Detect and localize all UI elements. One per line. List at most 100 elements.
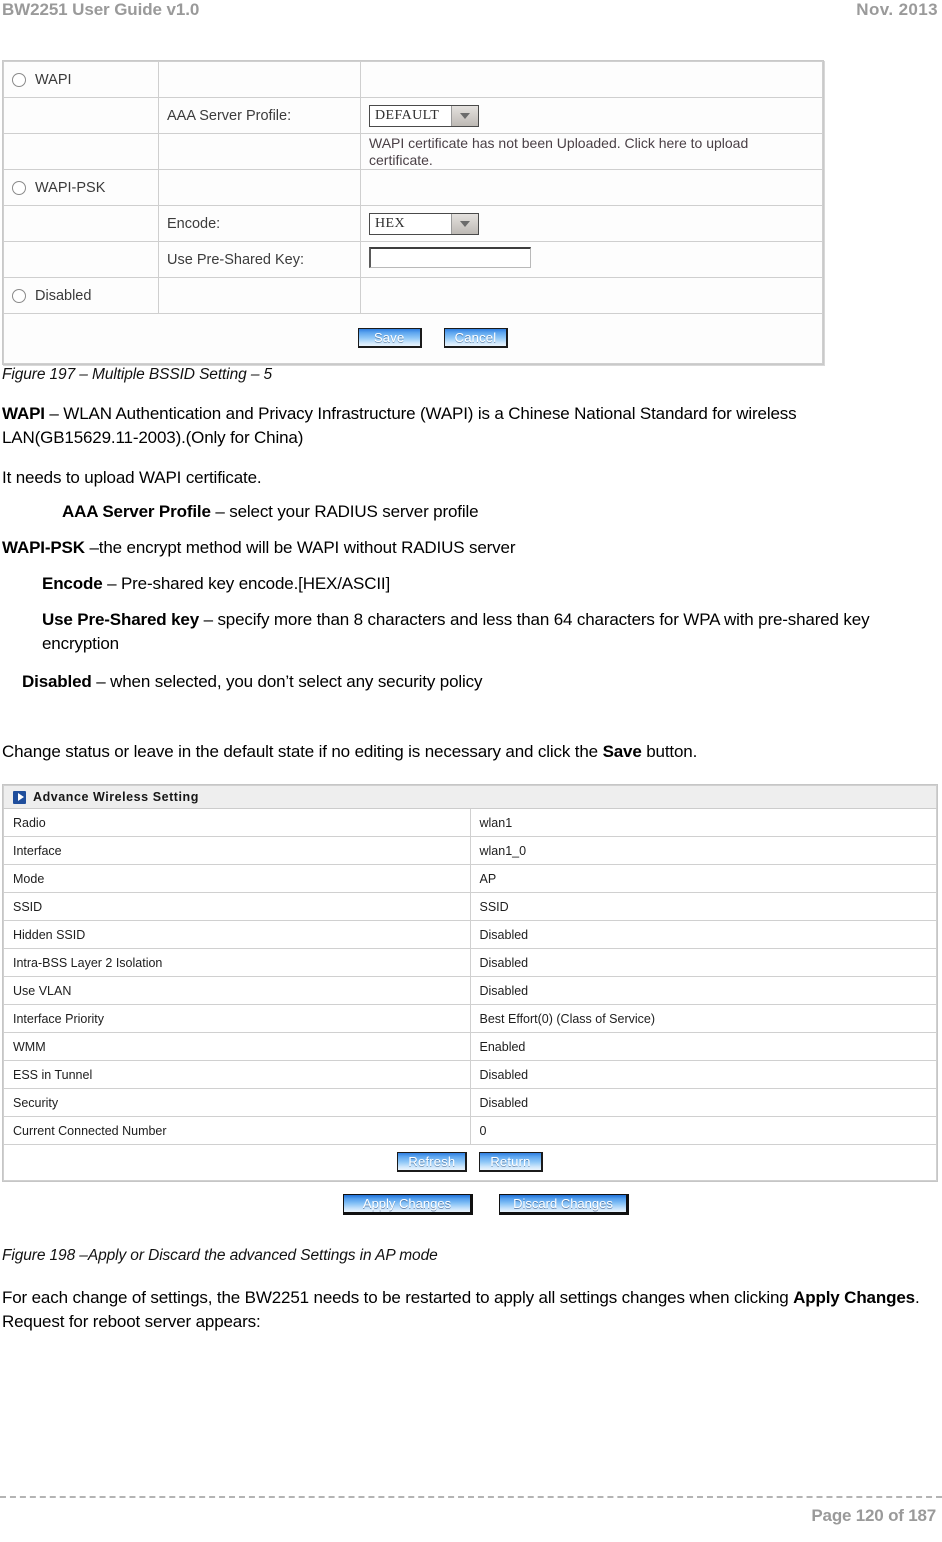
paragraph-closing: For each change of settings, the BW2251 … [2,1286,922,1334]
aaa-server-profile-select[interactable]: DEFAULT [369,104,479,127]
field-label: AAA Server Profile: [167,107,292,124]
change-status-bold: Save [602,742,642,761]
table-row: Radio wlan1 [3,808,937,837]
table-row: Intra-BSS Layer 2 Isolation Disabled [3,948,937,977]
panel-button-row: Refresh Return [3,1144,937,1181]
term-disabled: Disabled [22,672,92,691]
row-value-security: Disabled [469,1088,937,1117]
encode-control: HEX [360,205,823,242]
term-wapi-psk: WAPI-PSK [2,538,85,557]
encode-select[interactable]: HEX [369,212,479,235]
row-label-use-vlan: Use VLAN [3,976,471,1005]
empty-cell [360,61,823,98]
table-row: SSID SSID [3,892,937,921]
pre-shared-key-label: Use Pre-Shared Key: [158,241,361,278]
field-label: Encode: [167,215,221,232]
panel-title: Advance Wireless Setting [33,790,199,804]
wapi-psk-radio-cell[interactable]: WAPI-PSK [3,169,159,206]
table-row: Hidden SSID Disabled [3,920,937,949]
wapi-security-form: WAPI AAA Server Profile: DEFAULT WAPI ce… [2,60,824,365]
table-row: Current Connected Number 0 [3,1116,937,1145]
empty-cell [3,241,159,278]
figure-198-caption: Figure 198 –Apply or Discard the advance… [2,1247,438,1264]
row-label-ssid: SSID [3,892,471,921]
header-date: Nov. 2013 [856,0,938,19]
row-label-interface-priority: Interface Priority [3,1004,471,1033]
aaa-server-profile-label: AAA Server Profile: [158,97,361,134]
change-status-before: Change status or leave in the default st… [2,742,603,761]
empty-cell [3,97,159,134]
empty-cell [158,133,361,170]
closing-bold: Apply Changes [793,1288,915,1307]
refresh-button[interactable]: Refresh [397,1152,468,1172]
panel-header-cell: Advance Wireless Setting [3,785,937,809]
cancel-button[interactable]: Cancel [443,328,509,348]
apply-changes-button[interactable]: Apply Changes [343,1194,473,1215]
table-row: WAPI [3,61,823,98]
term-pre-shared-key: Use Pre-Shared key [42,610,199,629]
paragraph-upload-note: It needs to upload WAPI certificate. [2,468,262,487]
paragraph-pre-shared-key: Use Pre-Shared key – specify more than 8… [42,608,920,656]
row-label-wmm: WMM [3,1032,471,1061]
row-value-radio: wlan1 [469,808,937,837]
footer-divider [0,1496,942,1498]
table-row: Save Cancel [3,313,823,364]
empty-cell [360,169,823,206]
table-row: WMM Enabled [3,1032,937,1061]
paragraph-encode: Encode – Pre-shared key encode.[HEX/ASCI… [42,572,914,596]
row-value-use-vlan: Disabled [469,976,937,1005]
paragraph-disabled: Disabled – when selected, you don’t sele… [22,670,914,694]
row-value-wmm: Enabled [469,1032,937,1061]
term-wapi: WAPI [2,404,45,423]
wapi-radio-cell[interactable]: WAPI [3,61,159,98]
apply-discard-row: Apply Changes Discard Changes [0,1194,942,1215]
table-row: Interface wlan1_0 [3,836,937,865]
wapi-settings-table: WAPI AAA Server Profile: DEFAULT WAPI ce… [3,61,823,364]
table-row: Mode AP [3,864,937,893]
radio-wapi-psk-icon[interactable] [12,180,26,195]
disabled-radio-cell[interactable]: Disabled [3,277,159,314]
empty-cell [158,61,361,98]
row-value-ssid: SSID [469,892,937,921]
wapi-certificate-message[interactable]: WAPI certificate has not been Uploaded. … [360,133,823,170]
chevron-down-icon[interactable] [451,213,478,234]
radio-wapi-label: WAPI [35,71,72,88]
advance-wireless-setting-table: Advance Wireless Setting Radio wlan1 Int… [3,785,937,1181]
text-aaa-server-profile: – select your RADIUS server profile [210,502,479,521]
return-button[interactable]: Return [479,1152,543,1172]
row-value-current-connected-number: 0 [469,1116,937,1145]
table-row: Disabled [3,277,823,314]
row-label-interface: Interface [3,836,471,865]
paragraph-aaa-server-profile: AAA Server Profile – select your RADIUS … [62,500,914,524]
radio-wapi-icon[interactable] [12,72,26,87]
chevron-down-icon[interactable] [451,105,478,126]
certificate-upload-link[interactable]: WAPI certificate has not been Uploaded. … [369,135,748,168]
field-label: Use Pre-Shared Key: [167,251,305,268]
table-row: Use VLAN Disabled [3,976,937,1005]
row-label-intra-bss-isolation: Intra-BSS Layer 2 Isolation [3,948,471,977]
row-label-current-connected-number: Current Connected Number [3,1116,471,1145]
header-title: BW2251 User Guide v1.0 [2,0,200,19]
table-row: Interface Priority Best Effort(0) (Class… [3,1004,937,1033]
discard-changes-button[interactable]: Discard Changes [499,1194,629,1215]
save-button[interactable]: Save [357,328,422,348]
radio-disabled-label: Disabled [35,287,92,304]
wapi-form-button-row: Save Cancel [3,313,823,364]
row-value-interface: wlan1_0 [469,836,937,865]
row-label-security: Security [3,1088,471,1117]
empty-cell [3,133,159,170]
row-label-mode: Mode [3,864,471,893]
row-value-hidden-ssid: Disabled [469,920,937,949]
radio-disabled-icon[interactable] [12,288,26,303]
paragraph-wapi-psk: WAPI-PSK –the encrypt method will be WAP… [2,536,914,560]
arrow-right-icon [13,790,26,804]
table-row: Use Pre-Shared Key: [3,241,823,278]
text-disabled: – when selected, you don’t select any se… [91,672,483,691]
pre-shared-key-input[interactable] [369,247,531,268]
table-row: AAA Server Profile: DEFAULT [3,97,823,134]
table-row: WAPI certificate has not been Uploaded. … [3,133,823,170]
table-row: Refresh Return [3,1144,937,1181]
row-value-interface-priority: Best Effort(0) (Class of Service) [469,1004,937,1033]
aaa-server-profile-value: DEFAULT [375,107,440,123]
empty-cell [158,277,361,314]
